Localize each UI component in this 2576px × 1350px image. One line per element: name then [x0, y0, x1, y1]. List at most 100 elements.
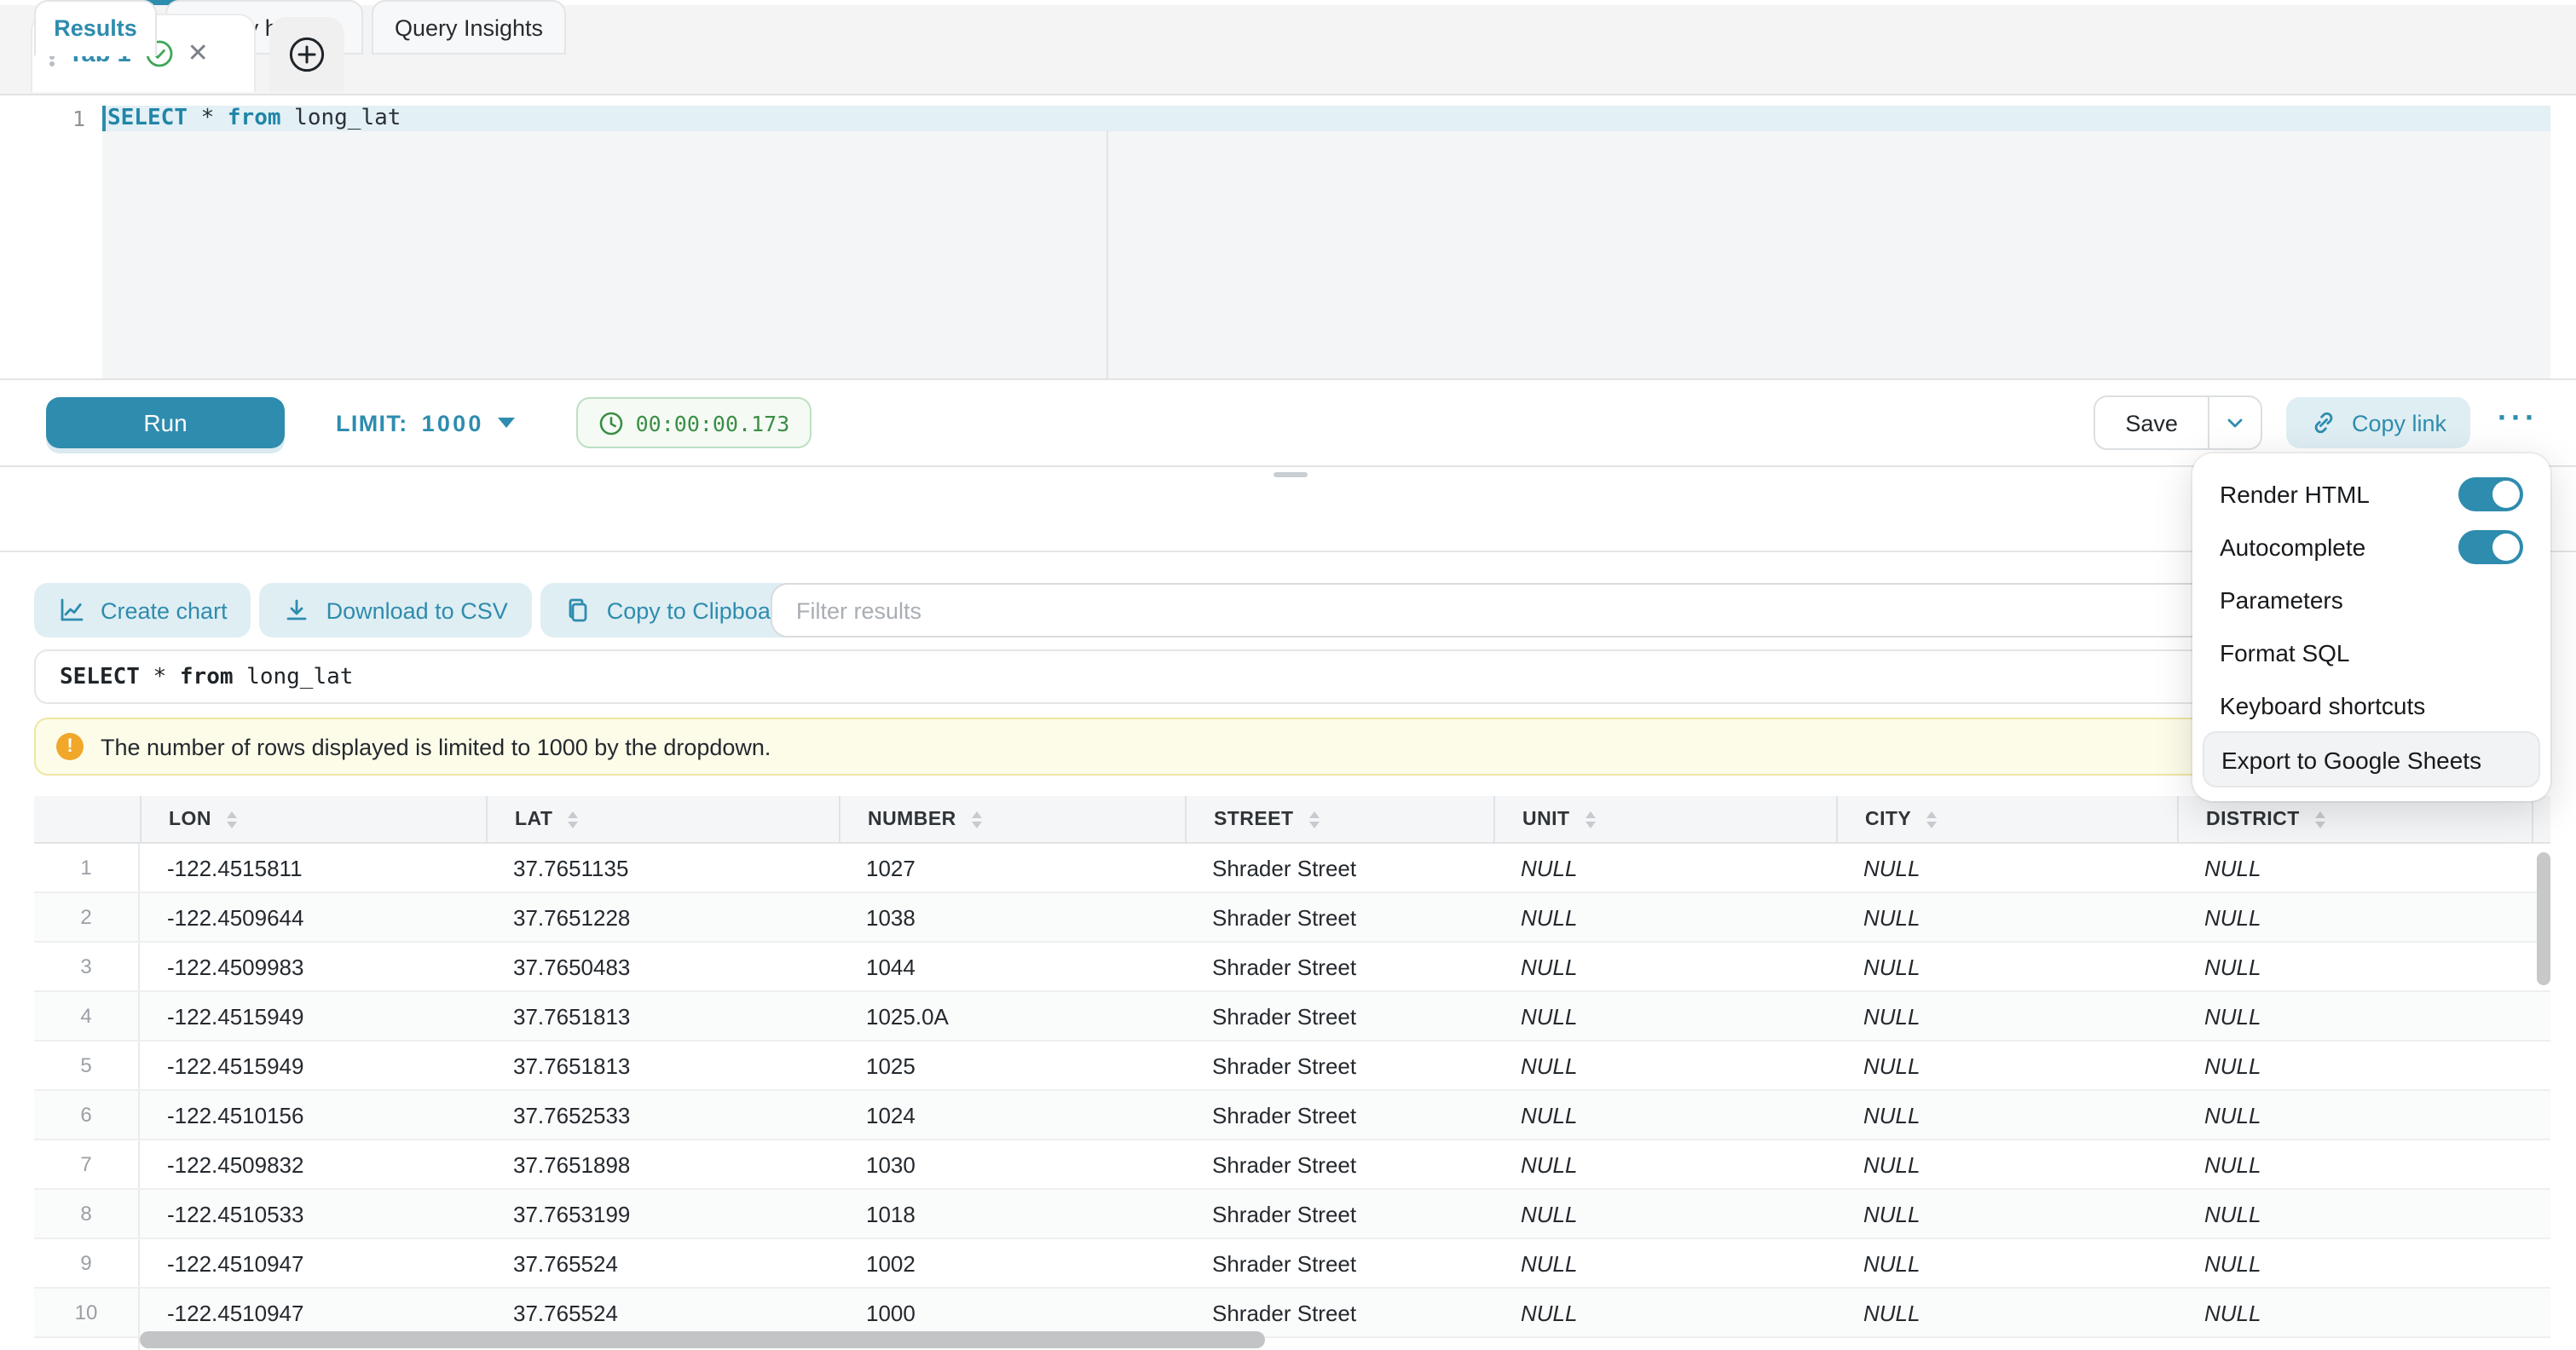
- cell[interactable]: 1018: [839, 1190, 1185, 1238]
- cell[interactable]: -122.4509644: [140, 893, 486, 941]
- cell-null[interactable]: NULL: [1493, 1091, 1836, 1139]
- cell[interactable]: -122.4509983: [140, 943, 486, 990]
- cell-null[interactable]: NULL: [1836, 1140, 2177, 1188]
- sort-icon[interactable]: [568, 811, 578, 828]
- cell[interactable]: 37.7653199: [486, 1190, 839, 1238]
- sort-icon[interactable]: [1926, 811, 1937, 828]
- table-row[interactable]: 3-122.450998337.76504831044Shrader Stree…: [34, 943, 2550, 992]
- horizontal-scrollbar[interactable]: [140, 1331, 1265, 1348]
- cell[interactable]: Shrader Street: [1185, 1239, 1493, 1287]
- cell-null[interactable]: NULL: [1493, 1190, 1836, 1238]
- vertical-scrollbar[interactable]: [2537, 852, 2550, 985]
- column-header-lat[interactable]: LAT: [486, 796, 839, 842]
- pane-resize-handle[interactable]: [1274, 472, 1308, 477]
- create-chart-button[interactable]: Create chart: [34, 583, 251, 638]
- cell[interactable]: Shrader Street: [1185, 1041, 1493, 1089]
- menu-item-export-google-sheets[interactable]: Export to Google Sheets: [2203, 731, 2540, 788]
- cell-null[interactable]: NULL: [2177, 893, 2532, 941]
- copy-link-button[interactable]: Copy link: [2287, 397, 2470, 448]
- cell[interactable]: 37.7650483: [486, 943, 839, 990]
- cell[interactable]: Shrader Street: [1185, 1190, 1493, 1238]
- cell-null[interactable]: NULL: [2177, 943, 2532, 990]
- cell-null[interactable]: NULL: [2177, 1239, 2532, 1287]
- cell[interactable]: Shrader Street: [1185, 1091, 1493, 1139]
- save-button[interactable]: Save: [2094, 397, 2209, 448]
- editor-active-line[interactable]: SELECT * from long_lat: [102, 106, 2550, 131]
- cell[interactable]: [2532, 1041, 2550, 1089]
- cell[interactable]: [2532, 1239, 2550, 1287]
- cell-null[interactable]: NULL: [2177, 844, 2532, 891]
- cell-null[interactable]: NULL: [1493, 1289, 1836, 1336]
- menu-item-autocomplete[interactable]: Autocomplete: [2203, 520, 2540, 573]
- limit-dropdown[interactable]: LIMIT: 1000: [336, 410, 515, 436]
- cell-null[interactable]: NULL: [2177, 992, 2532, 1040]
- menu-item-parameters[interactable]: Parameters: [2203, 573, 2540, 626]
- tab-query-insights[interactable]: Query Insights: [372, 0, 566, 55]
- cell[interactable]: 1025: [839, 1041, 1185, 1089]
- cell-null[interactable]: NULL: [1836, 1239, 2177, 1287]
- cell[interactable]: Shrader Street: [1185, 893, 1493, 941]
- cell[interactable]: -122.4510533: [140, 1190, 486, 1238]
- cell[interactable]: Shrader Street: [1185, 943, 1493, 990]
- column-header-unit[interactable]: UNIT: [1493, 796, 1836, 842]
- cell[interactable]: 1038: [839, 893, 1185, 941]
- cell[interactable]: [2532, 1140, 2550, 1188]
- cell[interactable]: 37.765524: [486, 1239, 839, 1287]
- table-row[interactable]: 6-122.451015637.76525331024Shrader Stree…: [34, 1091, 2550, 1140]
- cell[interactable]: -122.4510947: [140, 1239, 486, 1287]
- column-header-district[interactable]: DISTRICT: [2177, 796, 2532, 842]
- cell-null[interactable]: NULL: [1836, 1091, 2177, 1139]
- cell[interactable]: -122.4515949: [140, 1041, 486, 1089]
- cell[interactable]: [2532, 1338, 2550, 1350]
- cell[interactable]: 1000: [839, 1289, 1185, 1336]
- cell-null[interactable]: NULL: [1836, 1041, 2177, 1089]
- cell-null[interactable]: NULL: [1836, 992, 2177, 1040]
- cell-null[interactable]: NULL: [1836, 1289, 2177, 1336]
- table-row[interactable]: 7-122.450983237.76518981030Shrader Stree…: [34, 1140, 2550, 1190]
- menu-item-format-sql[interactable]: Format SQL: [2203, 626, 2540, 678]
- table-row[interactable]: 9-122.451094737.7655241002Shrader Street…: [34, 1239, 2550, 1289]
- menu-item-keyboard-shortcuts[interactable]: Keyboard shortcuts: [2203, 678, 2540, 731]
- table-row[interactable]: 5-122.451594937.76518131025Shrader Stree…: [34, 1041, 2550, 1091]
- sort-icon[interactable]: [227, 811, 237, 828]
- table-row[interactable]: 8-122.451053337.76531991018Shrader Stree…: [34, 1190, 2550, 1239]
- sort-icon[interactable]: [1585, 811, 1596, 828]
- cell[interactable]: [2532, 1289, 2550, 1336]
- table-row[interactable]: 4-122.451594937.76518131025.0AShrader St…: [34, 992, 2550, 1041]
- cell-null[interactable]: NULL: [1493, 893, 1836, 941]
- cell-null[interactable]: NULL: [1493, 1239, 1836, 1287]
- cell-null[interactable]: NULL: [1493, 943, 1836, 990]
- save-options-button[interactable]: [2209, 397, 2261, 448]
- render-html-toggle[interactable]: [2458, 476, 2523, 511]
- download-csv-button[interactable]: Download to CSV: [260, 583, 532, 638]
- cell[interactable]: Shrader Street: [1185, 992, 1493, 1040]
- cell-null[interactable]: NULL: [1836, 1338, 2177, 1350]
- column-header-number[interactable]: NUMBER: [839, 796, 1185, 842]
- cell[interactable]: -122.4510156: [140, 1091, 486, 1139]
- cell[interactable]: -122.4515811: [140, 844, 486, 891]
- close-icon[interactable]: ✕: [188, 41, 209, 66]
- cell[interactable]: 37.7652533: [486, 1091, 839, 1139]
- column-header-re[interactable]: RE: [2532, 796, 2550, 842]
- cell-null[interactable]: NULL: [1836, 943, 2177, 990]
- cell[interactable]: 37.7651898: [486, 1140, 839, 1188]
- cell-null[interactable]: NULL: [1493, 1338, 1836, 1350]
- sort-icon[interactable]: [972, 811, 982, 828]
- cell[interactable]: -122.4515949: [140, 992, 486, 1040]
- cell-null[interactable]: NULL: [2177, 1190, 2532, 1238]
- cell[interactable]: 37.7651813: [486, 1041, 839, 1089]
- table-row[interactable]: 2-122.450964437.76512281038Shrader Stree…: [34, 893, 2550, 943]
- cell-null[interactable]: NULL: [2177, 1041, 2532, 1089]
- cell-null[interactable]: NULL: [1836, 1190, 2177, 1238]
- table-row[interactable]: 1-122.451581137.76511351027Shrader Stree…: [34, 844, 2550, 893]
- menu-item-render-html[interactable]: Render HTML: [2203, 467, 2540, 520]
- cell-null[interactable]: NULL: [1493, 1041, 1836, 1089]
- cell-null[interactable]: NULL: [1836, 893, 2177, 941]
- editor-empty-area[interactable]: [102, 131, 2550, 378]
- cell-null[interactable]: NULL: [2177, 1140, 2532, 1188]
- run-button[interactable]: Run: [46, 397, 285, 448]
- cell[interactable]: 1030: [839, 1140, 1185, 1188]
- cell-null[interactable]: NULL: [2177, 1338, 2532, 1350]
- cell[interactable]: Shrader Street: [1185, 844, 1493, 891]
- cell[interactable]: 37.765524: [486, 1289, 839, 1336]
